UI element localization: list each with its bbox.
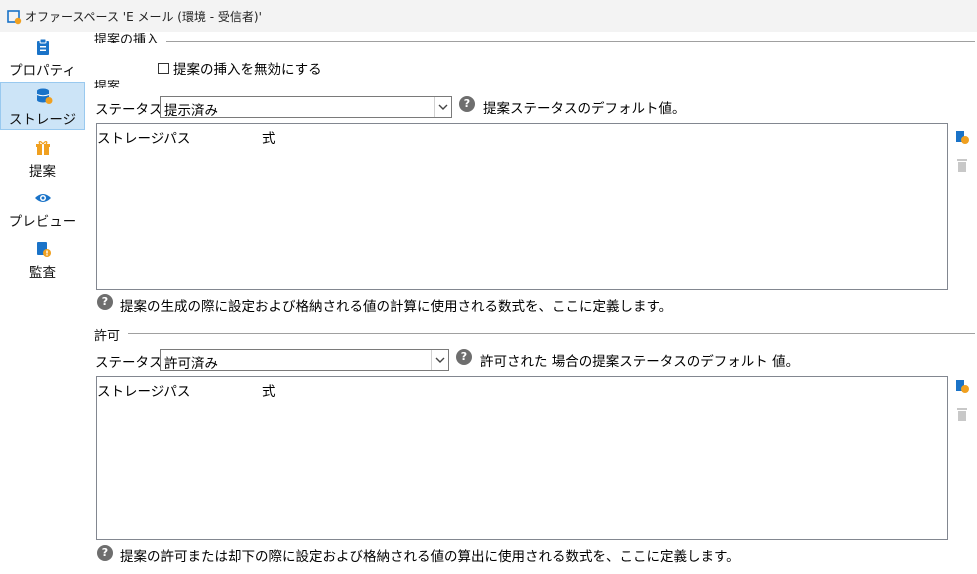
chevron-down-icon[interactable] bbox=[434, 97, 451, 117]
proposal-status-select[interactable]: 提示済み bbox=[160, 96, 452, 119]
window-titlebar: オファースペース 'E メール (環境 - 受信者)' bbox=[0, 0, 977, 32]
audit-icon bbox=[37, 242, 51, 257]
help-icon: ? bbox=[459, 96, 475, 112]
delete-icon[interactable] bbox=[954, 406, 970, 422]
accept-status-value: 許可済み bbox=[164, 356, 218, 372]
add-icon[interactable] bbox=[954, 129, 970, 145]
sidebar-item-label: プロパティ bbox=[9, 63, 76, 79]
section-divider bbox=[128, 333, 975, 334]
chevron-down-icon[interactable] bbox=[431, 350, 448, 370]
delete-icon[interactable] bbox=[954, 157, 970, 173]
help-icon: ? bbox=[97, 545, 113, 561]
column-header-expression[interactable]: 式 bbox=[262, 380, 276, 400]
accept-status-help: 許可された 場合の提案ステータスのデフォルト 値。 bbox=[480, 354, 800, 370]
accept-storage-grid[interactable]: ストレージパス 式 bbox=[96, 376, 948, 540]
section-divider bbox=[166, 41, 975, 42]
offer-space-icon bbox=[7, 10, 22, 25]
sidebar-item-preview[interactable]: プレビュー bbox=[0, 185, 85, 231]
help-icon: ? bbox=[456, 349, 472, 365]
sidebar-item-label: 監査 bbox=[29, 265, 56, 281]
disable-insert-checkbox[interactable] bbox=[158, 62, 169, 74]
sidebar-item-label: プレビュー bbox=[8, 214, 77, 230]
proposal-status-label: ステータス: bbox=[95, 102, 168, 118]
column-header-storage-path[interactable]: ストレージパス bbox=[97, 380, 190, 400]
sidebar-item-audit[interactable]: 監査 bbox=[0, 236, 85, 282]
sidebar: プロパティ ストレージ 提案 プレビュー 監査 bbox=[0, 32, 85, 574]
clipboard-icon bbox=[37, 38, 49, 55]
add-icon[interactable] bbox=[954, 378, 970, 394]
sidebar-item-label: 提案 bbox=[29, 164, 56, 180]
section-title-proposal: 提案 bbox=[94, 80, 125, 88]
sidebar-item-properties[interactable]: プロパティ bbox=[0, 34, 85, 80]
sidebar-item-storage[interactable]: ストレージ bbox=[0, 82, 85, 130]
disable-insert-label: 提案の挿入を無効にする bbox=[173, 62, 322, 78]
proposal-status-value: 提示済み bbox=[164, 103, 218, 119]
proposal-storage-grid[interactable]: ストレージパス 式 bbox=[96, 123, 948, 290]
section-title-insert: 提案の挿入 bbox=[94, 33, 164, 43]
accept-footer-help: 提案の許可または却下の際に設定および格納される値の算出に使用される数式を、ここに… bbox=[120, 549, 740, 565]
eye-icon bbox=[35, 194, 51, 202]
accept-status-label: ステータス: bbox=[95, 355, 168, 371]
proposal-footer-help: 提案の生成の際に設定および格納される値の計算に使用される数式を、ここに定義します… bbox=[120, 299, 673, 315]
section-title-accept: 許可 bbox=[94, 325, 125, 344]
database-icon bbox=[36, 88, 53, 104]
column-header-expression[interactable]: 式 bbox=[262, 127, 276, 147]
accept-status-select[interactable]: 許可済み bbox=[160, 349, 449, 372]
window-title: オファースペース 'E メール (環境 - 受信者)' bbox=[25, 10, 262, 24]
proposal-status-help: 提案ステータスのデフォルト値。 bbox=[483, 101, 686, 117]
disable-insert-row[interactable]: 提案の挿入を無効にする bbox=[158, 58, 322, 78]
sidebar-item-proposals[interactable]: 提案 bbox=[0, 135, 85, 181]
gift-icon bbox=[36, 141, 50, 155]
column-header-storage-path[interactable]: ストレージパス bbox=[97, 127, 190, 147]
sidebar-item-label: ストレージ bbox=[8, 112, 77, 128]
help-icon: ? bbox=[97, 294, 113, 310]
